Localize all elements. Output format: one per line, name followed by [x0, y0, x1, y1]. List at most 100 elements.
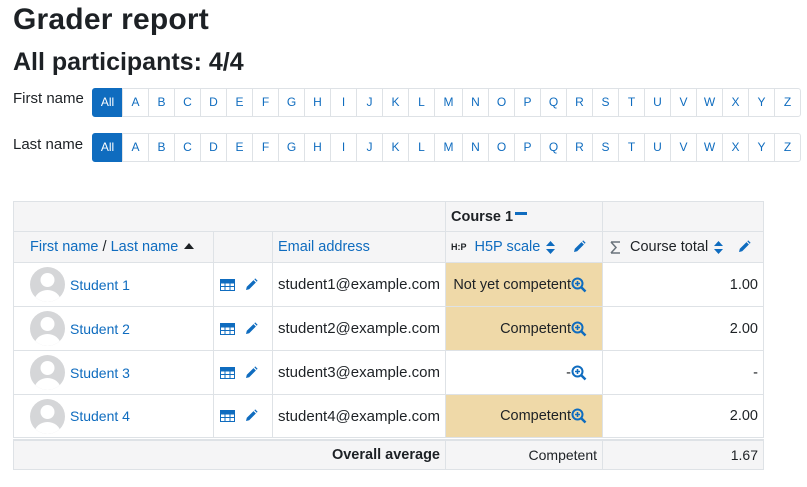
first-name-letter-j[interactable]: J [356, 88, 383, 117]
last-name-letter-r[interactable]: R [566, 133, 593, 162]
last-name-letter-p[interactable]: P [514, 133, 541, 162]
last-name-letter-u[interactable]: U [644, 133, 671, 162]
row-actions [214, 307, 273, 351]
grade-value: Competent [500, 408, 571, 424]
zoom-in-icon[interactable] [571, 408, 587, 424]
zoom-in-icon[interactable] [571, 365, 587, 381]
edit-icon[interactable] [572, 240, 586, 254]
name-header: First name / Last name [13, 232, 214, 263]
last-name-letter-c[interactable]: C [174, 133, 201, 162]
last-name-letter-b[interactable]: B [148, 133, 175, 162]
last-name-letter-t[interactable]: T [618, 133, 645, 162]
edit-icon[interactable] [244, 277, 258, 292]
last-name-letter-k[interactable]: K [382, 133, 409, 162]
last-name-letter-v[interactable]: V [670, 133, 697, 162]
grade-cell[interactable]: Not yet competent [446, 263, 603, 307]
last-name-letter-x[interactable]: X [722, 133, 749, 162]
sort-last-name-link[interactable]: Last name [111, 239, 179, 255]
last-name-letter-q[interactable]: Q [540, 133, 567, 162]
first-name-letter-y[interactable]: Y [748, 88, 775, 117]
collapse-icon[interactable] [515, 211, 528, 216]
first-name-letter-f[interactable]: F [252, 88, 279, 117]
email-cell: student1@example.com [273, 263, 446, 307]
first-name-all-button[interactable]: All [92, 88, 123, 117]
avatar [30, 355, 65, 390]
zoom-in-icon[interactable] [571, 321, 587, 337]
last-name-initials-bar: All A B C D E F G H I J K L M N O P Q R S T U V W X Y Z [92, 133, 801, 162]
single-view-icon[interactable] [220, 322, 235, 335]
first-name-letter-a[interactable]: A [122, 88, 149, 117]
student-name-link[interactable]: Student 2 [70, 321, 130, 337]
edit-icon[interactable] [244, 365, 258, 380]
first-name-letter-r[interactable]: R [566, 88, 593, 117]
last-name-letter-m[interactable]: M [434, 133, 463, 162]
single-view-icon[interactable] [220, 278, 235, 291]
first-name-letter-g[interactable]: G [278, 88, 305, 117]
category-name: Course 1 [451, 208, 514, 225]
header-spacer [13, 201, 446, 232]
first-name-letter-e[interactable]: E [226, 88, 253, 117]
avatar [30, 398, 65, 434]
last-name-letter-d[interactable]: D [200, 133, 227, 162]
first-name-letter-x[interactable]: X [722, 88, 749, 117]
last-name-letter-s[interactable]: S [592, 133, 619, 162]
first-name-letter-c[interactable]: C [174, 88, 201, 117]
name-separator: / [98, 239, 111, 255]
edit-icon[interactable] [737, 240, 751, 254]
row-actions [214, 351, 273, 395]
last-name-all-button[interactable]: All [92, 133, 123, 162]
overall-average-label: Overall average [13, 439, 446, 470]
grade-cell[interactable]: Competent [446, 395, 603, 438]
first-name-letter-w[interactable]: W [696, 88, 723, 117]
last-name-letter-j[interactable]: J [356, 133, 383, 162]
sigma-icon [610, 240, 621, 254]
first-name-letter-v[interactable]: V [670, 88, 697, 117]
last-name-letter-n[interactable]: N [462, 133, 489, 162]
sort-email-link[interactable]: Email address [278, 239, 370, 255]
table-row: Student 1 [13, 263, 214, 307]
last-name-letter-y[interactable]: Y [748, 133, 775, 162]
first-name-letter-m[interactable]: M [434, 88, 463, 117]
last-name-letter-h[interactable]: H [304, 133, 331, 162]
first-name-letter-q[interactable]: Q [540, 88, 567, 117]
sort-icon[interactable] [714, 240, 724, 254]
grade-value: Not yet competent [453, 276, 571, 293]
grade-item-link[interactable]: H5P scale [475, 239, 541, 255]
grade-cell[interactable]: Competent [446, 307, 603, 351]
last-name-letter-f[interactable]: F [252, 133, 279, 162]
student-name-link[interactable]: Student 3 [70, 365, 130, 381]
sort-icon[interactable] [546, 240, 556, 254]
single-view-icon[interactable] [220, 366, 235, 379]
student-name-link[interactable]: Student 4 [70, 408, 130, 424]
last-name-letter-g[interactable]: G [278, 133, 305, 162]
first-name-letter-p[interactable]: P [514, 88, 541, 117]
last-name-letter-i[interactable]: I [330, 133, 357, 162]
first-name-letter-h[interactable]: H [304, 88, 331, 117]
first-name-letter-o[interactable]: O [488, 88, 515, 117]
zoom-in-icon[interactable] [571, 277, 587, 293]
last-name-letter-o[interactable]: O [488, 133, 515, 162]
single-view-icon[interactable] [220, 410, 235, 422]
last-name-letter-e[interactable]: E [226, 133, 253, 162]
last-name-letter-z[interactable]: Z [774, 133, 801, 162]
first-name-letter-n[interactable]: N [462, 88, 489, 117]
last-name-letter-w[interactable]: W [696, 133, 723, 162]
student-name-link[interactable]: Student 1 [70, 277, 130, 293]
first-name-letter-s[interactable]: S [592, 88, 619, 117]
edit-icon[interactable] [244, 409, 258, 423]
first-name-letter-b[interactable]: B [148, 88, 175, 117]
first-name-letter-k[interactable]: K [382, 88, 409, 117]
course-total-label: Course total [630, 239, 709, 255]
last-name-letter-a[interactable]: A [122, 133, 149, 162]
last-name-letter-l[interactable]: L [408, 133, 435, 162]
sort-first-name-link[interactable]: First name [30, 239, 99, 255]
first-name-letter-u[interactable]: U [644, 88, 671, 117]
first-name-letter-i[interactable]: I [330, 88, 357, 117]
email-cell: student3@example.com [273, 351, 446, 395]
grade-cell[interactable]: - [446, 351, 603, 395]
edit-icon[interactable] [244, 321, 258, 336]
first-name-letter-t[interactable]: T [618, 88, 645, 117]
first-name-letter-l[interactable]: L [408, 88, 435, 117]
first-name-letter-z[interactable]: Z [774, 88, 801, 117]
first-name-letter-d[interactable]: D [200, 88, 227, 117]
